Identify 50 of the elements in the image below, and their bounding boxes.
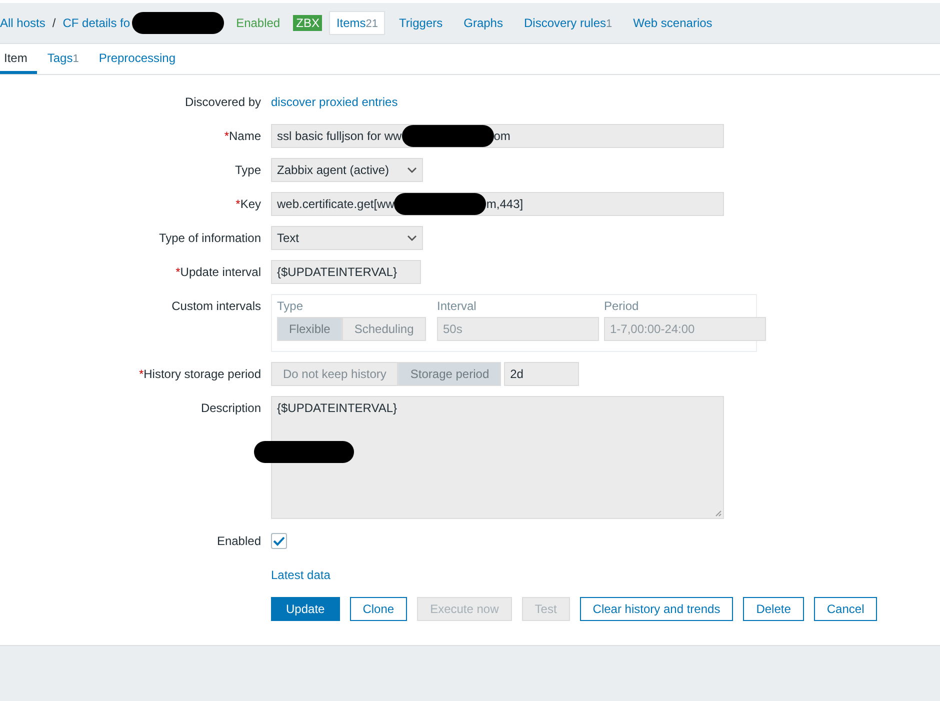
chevron-icon	[407, 167, 417, 173]
field-label: Type	[234, 163, 261, 177]
period-field[interactable]: 1-7,00:00-24:00	[604, 317, 766, 341]
nav-tab[interactable]: Items21	[329, 11, 386, 35]
dropdown[interactable]: Text	[271, 226, 423, 250]
agent-badge: ZBX	[293, 15, 322, 31]
interval-field[interactable]: 50s	[437, 317, 599, 341]
nav-tab[interactable]: Web scenarios	[626, 11, 720, 35]
breadcrumb-link[interactable]: All hosts	[0, 16, 46, 30]
form-button[interactable]: Clone	[350, 597, 408, 621]
checkbox[interactable]	[271, 533, 287, 549]
form-button[interactable]: Clear history and trends	[580, 597, 734, 621]
column-header: Type	[277, 299, 304, 313]
description-field[interactable]: {$UPDATEINTERVAL}	[271, 396, 724, 519]
field-label: Enabled	[216, 534, 261, 548]
segment-button[interactable]: Scheduling	[342, 317, 426, 341]
field-label: *Key	[236, 197, 261, 211]
form-tab[interactable]: Tags1	[47, 44, 89, 74]
form-tab[interactable]: Preprocessing	[98, 44, 186, 74]
column-header: Interval	[437, 299, 478, 313]
nav-tab[interactable]: Discovery rules1	[516, 11, 620, 35]
form-tab[interactable]: Item	[0, 44, 38, 74]
form-button[interactable]: Update	[271, 597, 340, 621]
link[interactable]: Latest data	[271, 563, 330, 587]
segment-button[interactable]: Storage period	[398, 362, 502, 386]
field-label: Type of information	[158, 231, 261, 245]
text-field[interactable]: {$UPDATEINTERVAL}	[271, 260, 421, 284]
column-header: Period	[604, 299, 640, 313]
nav-tab[interactable]: Triggers	[392, 11, 450, 35]
status-text: Enabled	[236, 16, 280, 30]
field-label: *Name	[224, 129, 261, 143]
link[interactable]: discover proxied entries	[271, 90, 398, 114]
nav-tab[interactable]: Graphs	[456, 11, 510, 35]
field-label: *History storage period	[138, 367, 261, 381]
text-field[interactable]: ssl basic fulljson for ww om	[271, 124, 724, 148]
form-button[interactable]: Cancel	[814, 597, 878, 621]
resize-grip-icon	[715, 510, 722, 517]
breadcrumb-link[interactable]: CF details fo	[62, 12, 224, 34]
field-label: *Update interval	[176, 265, 261, 279]
text-field[interactable]: web.certificate.get[ww m,443]	[271, 192, 724, 216]
form-button[interactable]: Delete	[743, 597, 804, 621]
segment-button[interactable]: Do not keep history	[271, 362, 398, 386]
breadcrumb-separator: /	[52, 16, 56, 30]
field-label: Custom intervals	[172, 299, 261, 313]
field-label: Discovered by	[184, 95, 261, 109]
dropdown[interactable]: Zabbix agent (active)	[271, 158, 423, 182]
segment-button[interactable]: Flexible	[277, 317, 342, 341]
text-field[interactable]: 2d	[504, 362, 580, 386]
chevron-icon	[407, 235, 417, 241]
field-label: Description	[200, 401, 261, 415]
